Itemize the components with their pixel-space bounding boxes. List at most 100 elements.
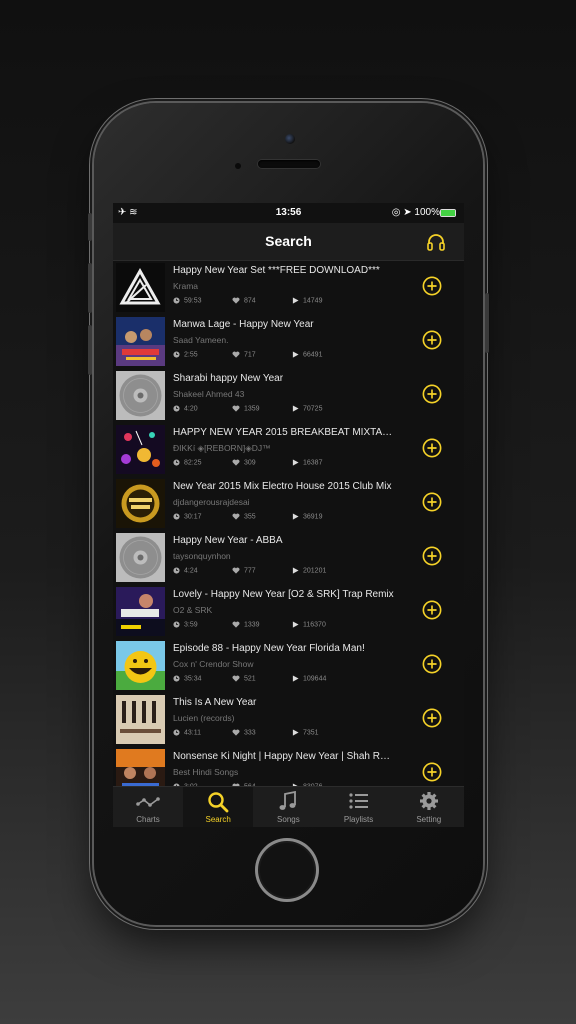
duration-text: 4:20 [184, 405, 198, 413]
duration: 35:34 [173, 675, 202, 682]
song-meta: 4:24 777 201201 [173, 567, 403, 577]
likes: 355 [232, 513, 256, 520]
list-icon [347, 791, 371, 813]
plus-circle-icon [422, 546, 442, 570]
song-row[interactable]: Manwa Lage - Happy New Year Saad Yameen. 2… [113, 314, 464, 368]
add-to-playlist-button[interactable] [422, 438, 442, 458]
song-artist: taysonquynhon [173, 551, 231, 561]
album-art [116, 695, 165, 744]
duration-text: 35:34 [184, 675, 202, 683]
song-meta: 3:59 1339 116370 [173, 621, 403, 631]
song-artist: O2 & SRK [173, 605, 213, 615]
add-to-playlist-button[interactable] [422, 276, 442, 296]
tab-songs[interactable]: Songs [253, 787, 323, 827]
duration: 4:24 [173, 567, 198, 574]
likes: 333 [232, 729, 256, 736]
plays-count: 70725 [303, 405, 323, 413]
add-to-playlist-button[interactable] [422, 708, 442, 728]
battery-fill [441, 210, 455, 216]
duration-text: 4:24 [184, 567, 198, 575]
likes: 1339 [232, 621, 260, 628]
earpiece-speaker [258, 160, 320, 168]
tab-label: Search [205, 815, 231, 824]
likes: 309 [232, 459, 256, 466]
duration: 82:25 [173, 459, 202, 466]
add-to-playlist-button[interactable] [422, 762, 442, 782]
add-to-playlist-button[interactable] [422, 330, 442, 350]
song-row[interactable]: Happy New Year - ABBA taysonquynhon 4:24 77… [113, 530, 464, 584]
plus-circle-icon [422, 384, 442, 408]
song-row[interactable]: This Is A New Year Lucien (records) 43:11 3… [113, 692, 464, 746]
likes-count: 777 [244, 567, 256, 575]
headphones-icon[interactable] [426, 232, 446, 252]
add-to-playlist-button[interactable] [422, 546, 442, 566]
album-art [116, 263, 165, 312]
plays: 116370 [292, 621, 326, 628]
plays-count: 201201 [303, 567, 327, 575]
add-to-playlist-button[interactable] [422, 654, 442, 674]
song-row[interactable]: New Year 2015 Mix Electro House 2015 Clu… [113, 476, 464, 530]
play-icon [292, 675, 303, 682]
song-title: This Is A New Year [173, 697, 257, 708]
plus-circle-icon [422, 492, 442, 516]
likes-count: 333 [244, 729, 256, 737]
album-art [116, 317, 165, 366]
song-meta: 2:55 717 66491 [173, 351, 403, 361]
song-artist: djdangerousrajdesai [173, 497, 250, 507]
plays-count: 36919 [303, 513, 323, 521]
song-row[interactable]: Lovely - Happy New Year [O2 & SRK] Trap … [113, 584, 464, 638]
search-icon [206, 791, 230, 813]
song-meta: 35:34 521 109644 [173, 675, 403, 685]
song-row[interactable]: Nonsense Ki Night | Happy New Year | Sha… [113, 746, 464, 787]
song-row[interactable]: Episode 88 - Happy New Year Florida Man!… [113, 638, 464, 692]
song-artist: Krama [173, 281, 199, 291]
song-meta: 30:17 355 36919 [173, 513, 403, 523]
song-artist: Shakeel Ahmed 43 [173, 389, 245, 399]
home-button[interactable] [255, 838, 319, 902]
duration-text: 30:17 [184, 513, 202, 521]
album-art [116, 479, 165, 528]
add-to-playlist-button[interactable] [422, 384, 442, 404]
song-row[interactable]: Sharabi happy New Year Shakeel Ahmed 43 4:… [113, 368, 464, 422]
heart-icon [232, 675, 244, 682]
clock-icon [173, 297, 184, 304]
status-battery-text: ◎ ➤ 100% [391, 207, 440, 218]
tab-setting[interactable]: Setting [394, 787, 464, 827]
tab-playlists[interactable]: Playlists [324, 787, 394, 827]
clock-icon [173, 513, 184, 520]
likes-count: 874 [244, 297, 256, 305]
play-icon [292, 297, 303, 304]
plays: 66491 [292, 351, 322, 358]
add-to-playlist-button[interactable] [422, 600, 442, 620]
song-row[interactable]: HAPPY NEW YEAR 2015 BREAKBEAT MIXTAPE ÐIK… [113, 422, 464, 476]
tab-search[interactable]: Search [183, 787, 254, 827]
charts-icon [136, 791, 160, 813]
song-title: Episode 88 - Happy New Year Florida Man! [173, 643, 365, 654]
tab-charts[interactable]: Charts [113, 787, 183, 827]
song-row[interactable]: Happy New Year Set ***FREE DOWNLOAD*** Kr… [113, 260, 464, 314]
plays-count: 109644 [303, 675, 327, 683]
song-list[interactable]: Happy New Year Set ***FREE DOWNLOAD*** Kr… [113, 260, 464, 787]
plus-circle-icon [422, 438, 442, 462]
plays: 7351 [292, 729, 319, 736]
song-title: HAPPY NEW YEAR 2015 BREAKBEAT MIXTAPE [173, 427, 395, 438]
clock-icon [173, 729, 184, 736]
volume-down-button [88, 325, 92, 375]
tab-label: Playlists [343, 815, 374, 824]
likes-count: 355 [244, 513, 256, 521]
play-icon [292, 459, 303, 466]
plus-circle-icon [422, 330, 442, 354]
album-art [116, 371, 165, 420]
duration: 3:59 [173, 621, 198, 628]
plays: 109644 [292, 675, 326, 682]
heart-icon [232, 729, 244, 736]
plays: 36919 [292, 513, 322, 520]
likes: 717 [232, 351, 256, 358]
plus-circle-icon [422, 276, 442, 300]
plus-circle-icon [422, 708, 442, 732]
heart-icon [232, 621, 244, 628]
song-meta: 59:53 874 14749 [173, 297, 403, 307]
clock-icon [173, 675, 184, 682]
add-to-playlist-button[interactable] [422, 492, 442, 512]
play-icon [292, 729, 303, 736]
